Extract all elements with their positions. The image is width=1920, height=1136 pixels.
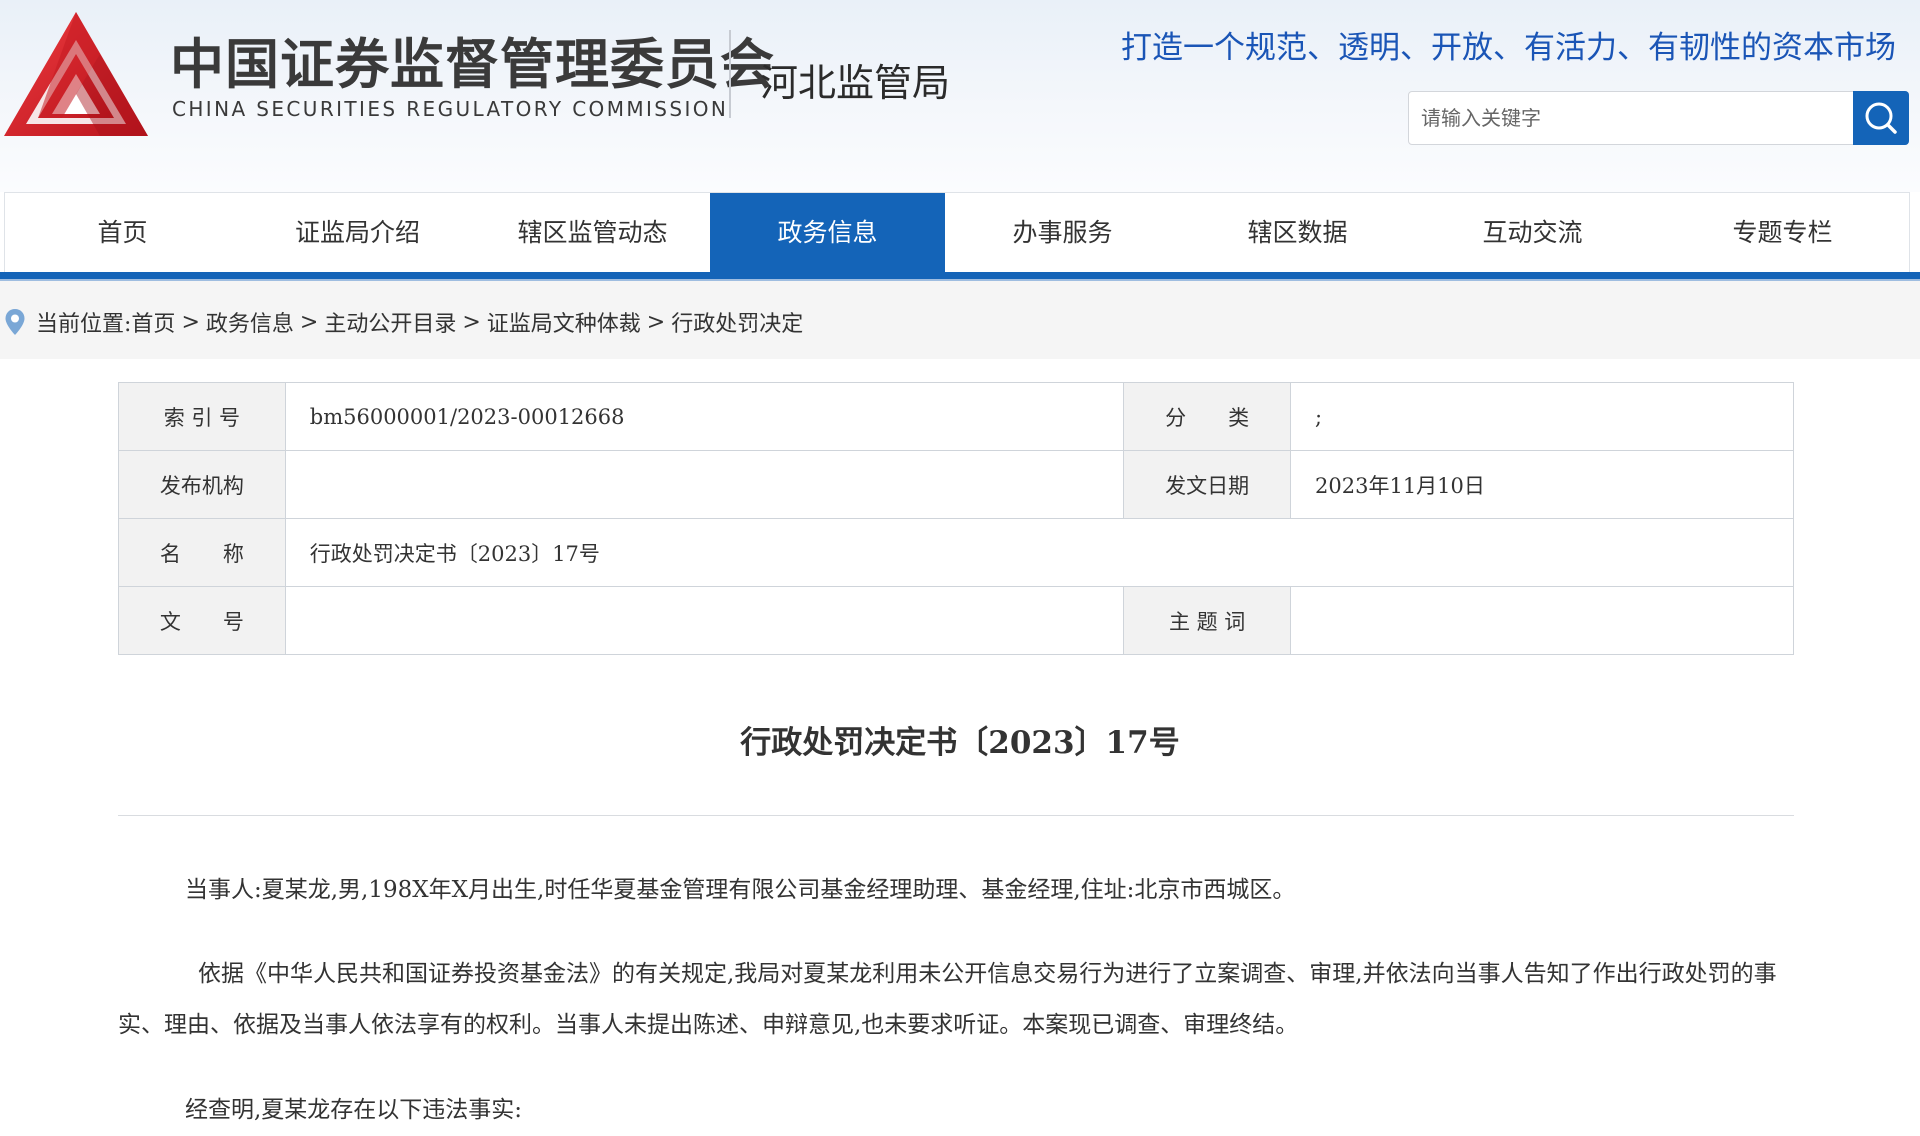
category-label: 分 类 <box>1123 382 1292 451</box>
document-name-label: 名 称 <box>118 518 286 587</box>
nav-item-interaction[interactable]: 互动交流 <box>1415 193 1650 273</box>
issue-date-label: 发文日期 <box>1123 450 1292 519</box>
location-pin-icon <box>5 309 25 335</box>
csrc-logo-icon <box>4 12 148 136</box>
breadcrumb-home[interactable]: 首页 <box>131 306 175 338</box>
document-name-value: 行政处罚决定书〔2023〕17号 <box>284 518 1795 587</box>
breadcrumb-government-info[interactable]: 政务信息 <box>206 306 294 338</box>
document-number-value <box>284 586 1125 655</box>
search-input[interactable] <box>1409 92 1849 144</box>
bureau-name: 河北监管局 <box>760 61 951 105</box>
breadcrumb-separator: > <box>181 309 200 335</box>
document-info-table: 索 引 号 bm56000001/2023-00012668 分 类 ; 发布机… <box>118 382 1795 655</box>
article-paragraph: 依据《中华人民共和国证券投资基金法》的有关规定,我局对夏某龙利用未公开信息交易行… <box>118 961 1777 1038</box>
category-value: ; <box>1290 382 1794 451</box>
logo-title-cn: 中国证券监督管理委员会 <box>170 33 775 96</box>
breadcrumb: 当前位置: 首页 > 政务信息 > 主动公开目录 > 证监局文种体裁 > 行政处… <box>4 306 803 338</box>
publisher-label: 发布机构 <box>118 450 286 519</box>
logo-title-en: CHINA SECURITIES REGULATORY COMMISSION <box>172 97 729 121</box>
issue-date-value: 2023年11月10日 <box>1290 450 1794 519</box>
document-number-label: 文 号 <box>118 586 286 655</box>
info-row: 发布机构 发文日期 2023年11月10日 <box>118 450 1794 519</box>
keywords-value <box>1290 586 1794 655</box>
nav-item-government-info[interactable]: 政务信息 <box>710 193 945 273</box>
article-paragraph: 当事人:夏某龙,男,198X年X月出生,时任华夏基金管理有限公司基金经理助理、基… <box>185 877 1296 903</box>
breadcrumb-disclosure-catalog[interactable]: 主动公开目录 <box>324 306 456 338</box>
keywords-label: 主 题 词 <box>1123 586 1292 655</box>
index-number-value: bm56000001/2023-00012668 <box>284 382 1125 451</box>
nav-item-home[interactable]: 首页 <box>5 193 240 273</box>
nav-item-special-topics[interactable]: 专题专栏 <box>1665 193 1900 273</box>
search-icon <box>1865 102 1897 134</box>
nav-underline <box>0 272 1920 279</box>
title-divider <box>118 815 1794 816</box>
nav-item-regional-data[interactable]: 辖区数据 <box>1180 193 1415 273</box>
info-row: 索 引 号 bm56000001/2023-00012668 分 类 ; <box>118 382 1794 451</box>
site-header: 中国证券监督管理委员会 CHINA SECURITIES REGULATORY … <box>0 0 1920 192</box>
article-paragraph: 经查明,夏某龙存在以下违法事实: <box>185 1097 523 1123</box>
breadcrumb-separator: > <box>299 309 319 335</box>
breadcrumb-penalty-decision[interactable]: 行政处罚决定 <box>671 306 803 338</box>
breadcrumb-prefix: 当前位置: <box>36 312 132 337</box>
breadcrumb-separator: > <box>646 309 666 335</box>
slogan: 打造一个规范、透明、开放、有活力、有韧性的资本市场 <box>1121 30 1896 66</box>
breadcrumb-document-genre[interactable]: 证监局文种体裁 <box>487 306 641 338</box>
info-row: 名 称 行政处罚决定书〔2023〕17号 <box>118 518 1795 587</box>
index-number-label: 索 引 号 <box>118 382 286 451</box>
nav-item-regulatory-news[interactable]: 辖区监管动态 <box>475 193 710 273</box>
nav-item-services[interactable]: 办事服务 <box>945 193 1180 273</box>
document-title: 行政处罚决定书〔2023〕17号 <box>740 725 1180 761</box>
search-button[interactable] <box>1853 91 1909 145</box>
breadcrumb-separator: > <box>462 309 481 335</box>
info-row: 文 号 主 题 词 <box>118 586 1794 655</box>
publisher-value <box>284 450 1125 519</box>
logo-divider <box>729 30 731 118</box>
nav-item-bureau-intro[interactable]: 证监局介绍 <box>240 193 475 273</box>
main-nav: 首页 证监局介绍 辖区监管动态 政务信息 办事服务 辖区数据 互动交流 专题专栏 <box>4 192 1910 273</box>
search-box <box>1408 91 1909 145</box>
